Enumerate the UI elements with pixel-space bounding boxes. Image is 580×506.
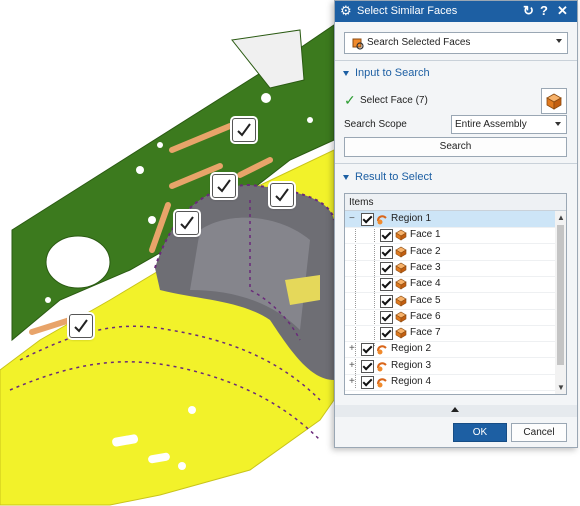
checkmark-icon: ✓ (344, 92, 356, 108)
tree-row-label: Region 2 (391, 343, 432, 355)
dialog-title-bar[interactable]: ⚙ Select Similar Faces ↻ ? ✕ (335, 1, 577, 22)
tree-row-label: Face 2 (410, 245, 441, 257)
reset-icon[interactable]: ↻ (523, 3, 534, 19)
expand-icon[interactable]: + (349, 377, 357, 387)
expand-icon[interactable]: + (349, 360, 357, 371)
chevron-down-icon (556, 39, 562, 43)
row-checkbox[interactable] (380, 278, 393, 292)
tree-region-row[interactable]: − Region 1 (345, 211, 555, 228)
face-icon (395, 262, 407, 277)
ok-button[interactable]: OK (453, 423, 507, 442)
tree-row-label: Face 7 (410, 327, 441, 339)
collapse-icon (343, 71, 349, 76)
tree-region-row[interactable]: + Region 3 (345, 358, 555, 375)
tree-row-label: Face 5 (410, 294, 441, 306)
search-scope-label: Search Scope (344, 119, 407, 130)
row-checkbox[interactable] (380, 245, 393, 259)
face-icon (395, 311, 407, 326)
cancel-button[interactable]: Cancel (511, 423, 567, 442)
face-cube-icon (546, 93, 562, 110)
close-button[interactable]: ✕ (557, 3, 568, 19)
row-checkbox[interactable] (380, 310, 393, 324)
row-checkbox[interactable] (380, 294, 393, 308)
scroll-up-icon[interactable]: ▲ (557, 213, 565, 222)
tree-face-row[interactable]: Face 2 (345, 244, 555, 261)
tree-face-row[interactable]: Face 1 (345, 227, 555, 245)
selection-check-icon[interactable] (212, 174, 236, 198)
search-type-select[interactable]: Search Selected Faces (344, 32, 568, 54)
face-icon (395, 229, 407, 244)
selection-check-icon[interactable] (232, 118, 256, 142)
help-button[interactable]: ? (540, 3, 548, 19)
row-checkbox[interactable] (361, 359, 374, 373)
result-section-title: Result to Select (355, 171, 433, 183)
row-checkbox[interactable] (361, 213, 374, 226)
face-icon (395, 295, 407, 310)
collapse-footer[interactable] (335, 405, 577, 417)
region-icon (376, 213, 388, 228)
search-scope-select[interactable]: Entire Assembly (451, 115, 567, 134)
collapse-icon (343, 175, 349, 180)
region-icon (376, 343, 388, 358)
tree-column-header[interactable]: Items (345, 194, 566, 211)
row-checkbox[interactable] (361, 343, 374, 357)
scroll-thumb[interactable] (557, 225, 564, 365)
collapse-icon[interactable]: − (349, 214, 357, 224)
search-type-value: Search Selected Faces (367, 37, 471, 48)
row-checkbox[interactable] (380, 229, 393, 243)
expand-icon[interactable]: + (349, 344, 357, 354)
search-button[interactable]: Search (344, 137, 567, 157)
select-face-label: Select Face (7) (360, 95, 428, 106)
tree-row-label: Face 4 (410, 278, 441, 290)
tree-row-label: Region 3 (391, 359, 432, 371)
tree-row-label: Face 1 (410, 229, 441, 241)
face-search-icon (350, 36, 364, 53)
items-column-label: Items (349, 197, 374, 208)
dialog-title: Select Similar Faces (357, 5, 458, 17)
region-icon (376, 360, 388, 375)
row-checkbox[interactable] (380, 327, 393, 341)
input-section-title: Input to Search (355, 67, 430, 79)
search-scope-value: Entire Assembly (455, 119, 527, 130)
face-icon (395, 278, 407, 293)
select-face-button[interactable] (541, 88, 567, 114)
divider (335, 163, 577, 164)
selection-check-icon[interactable] (175, 211, 199, 235)
tree-region-row[interactable]: + Region 4 (345, 374, 555, 391)
tree-face-row[interactable]: Face 5 (345, 293, 555, 310)
divider (335, 60, 577, 61)
tree-scrollbar[interactable]: ▲ ▼ (555, 211, 566, 394)
region-icon (376, 376, 388, 391)
tree-region-row[interactable]: + Region 2 (345, 341, 555, 359)
face-icon (395, 327, 407, 342)
tree-row-label: Face 6 (410, 310, 441, 322)
gear-icon: ⚙ (340, 3, 352, 18)
tree-face-row[interactable]: Face 4 (345, 276, 555, 294)
selection-check-icon[interactable] (69, 314, 93, 338)
face-icon (395, 246, 407, 261)
selection-check-icon[interactable] (270, 183, 294, 207)
result-section-header[interactable]: Result to Select (335, 169, 577, 187)
chevron-up-icon (451, 407, 459, 412)
input-section-header[interactable]: Input to Search (335, 65, 577, 83)
scroll-down-icon[interactable]: ▼ (557, 383, 565, 392)
row-checkbox[interactable] (380, 261, 393, 275)
select-similar-faces-dialog: ⚙ Select Similar Faces ↻ ? ✕ Search Sele… (334, 0, 578, 448)
row-checkbox[interactable] (361, 376, 374, 389)
tree-row-label: Region 1 (391, 213, 432, 224)
result-tree[interactable]: Items − Region 1 Face 1 Face 2 Face 3 Face 4 F… (344, 193, 567, 395)
tree-face-row[interactable]: Face 7 (345, 325, 555, 343)
tree-face-row[interactable]: Face 3 (345, 260, 555, 277)
tree-row-label: Region 4 (391, 376, 432, 387)
chevron-down-icon (555, 122, 561, 126)
tree-row-label: Face 3 (410, 261, 441, 273)
tree-face-row[interactable]: Face 6 (345, 309, 555, 326)
